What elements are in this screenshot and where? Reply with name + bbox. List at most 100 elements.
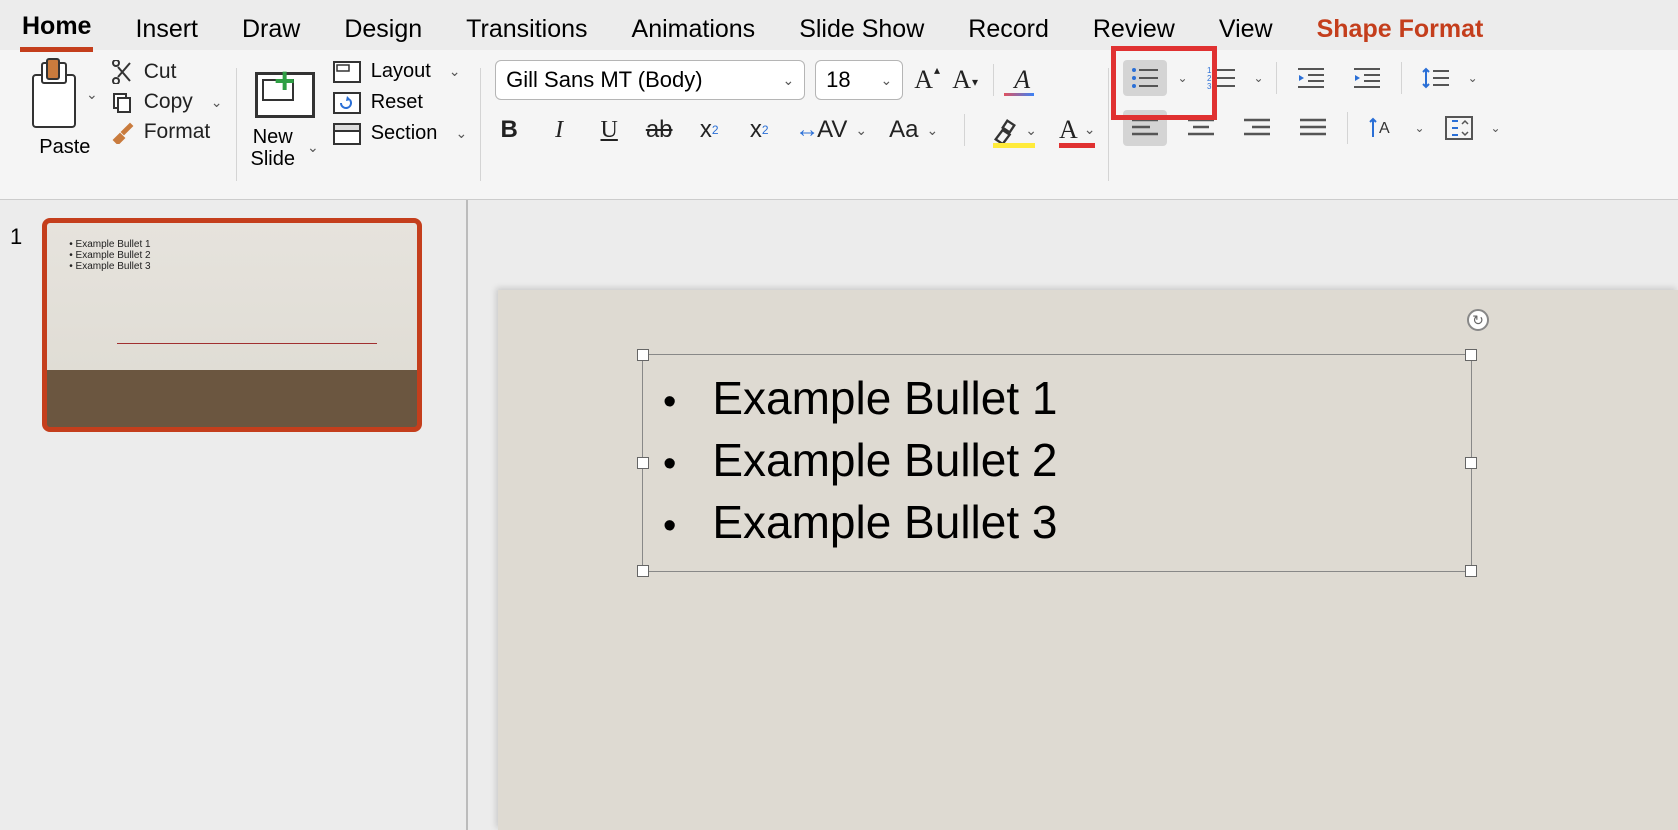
bullet-item[interactable]: Example Bullet 2 [663, 429, 1451, 491]
reset-button[interactable]: Reset [333, 91, 467, 114]
selection-handle[interactable] [637, 565, 649, 577]
ribbon-toolbar: ⌄ Paste Cut Copy ⌄ Format + [0, 50, 1678, 200]
align-right-button[interactable] [1235, 110, 1279, 146]
bullet-item[interactable]: Example Bullet 1 [663, 367, 1451, 429]
selection-handle[interactable] [1465, 565, 1477, 577]
new-slide-button[interactable]: + New Slide ⌄ [251, 60, 319, 170]
tab-record[interactable]: Record [966, 9, 1051, 50]
ribbon-tabs: Home Insert Draw Design Transitions Anim… [0, 0, 1678, 50]
bullets-dropdown-icon[interactable]: ⌄ [1177, 71, 1187, 85]
rotate-handle[interactable]: ↻ [1467, 309, 1489, 331]
character-spacing-button[interactable]: ↔AV ⌄ [795, 114, 867, 146]
selection-handle[interactable] [637, 349, 649, 361]
text-highlight-button[interactable]: ⌄ [991, 114, 1037, 146]
align-left-button[interactable] [1123, 110, 1167, 146]
tab-insert[interactable]: Insert [133, 9, 200, 50]
decrease-indent-button[interactable] [1289, 60, 1333, 96]
tab-transitions[interactable]: Transitions [464, 9, 589, 50]
clipboard-icon [32, 74, 76, 128]
slide-editor: Example Bullet 1 Example Bullet 2 Exampl… [468, 200, 1678, 830]
align-left-icon [1130, 115, 1160, 141]
paste-label: Paste [39, 136, 90, 159]
chevron-down-icon: ⌄ [782, 72, 794, 89]
tab-home[interactable]: Home [20, 6, 93, 52]
clipboard-group: ⌄ Paste Cut Copy ⌄ Format [18, 60, 237, 189]
tab-view[interactable]: View [1217, 9, 1275, 50]
tab-shape-format[interactable]: Shape Format [1315, 9, 1486, 50]
paste-dropdown-icon[interactable]: ⌄ [86, 86, 98, 103]
tab-animations[interactable]: Animations [630, 9, 758, 50]
superscript-button[interactable]: x2 [695, 114, 723, 146]
section-button[interactable]: Section ⌄ [333, 122, 467, 145]
strikethrough-button[interactable]: ab [645, 114, 673, 146]
reset-icon [333, 92, 361, 114]
align-center-icon [1186, 115, 1216, 141]
line-spacing-icon [1421, 65, 1451, 91]
slide-thumbnail-1[interactable]: Example Bullet 1 Example Bullet 2 Exampl… [42, 218, 422, 432]
increase-indent-icon [1352, 65, 1382, 91]
copy-button[interactable]: Copy ⌄ [110, 90, 223, 114]
decrease-indent-icon [1296, 65, 1326, 91]
bullets-icon [1130, 65, 1160, 91]
tab-review[interactable]: Review [1091, 9, 1177, 50]
bullet-item[interactable]: Example Bullet 3 [663, 491, 1451, 553]
layout-dropdown-icon[interactable]: ⌄ [449, 63, 461, 80]
font-name-select[interactable]: Gill Sans MT (Body) ⌄ [495, 60, 805, 100]
selection-handle[interactable] [1465, 349, 1477, 361]
clear-formatting-button[interactable]: A [1008, 64, 1036, 96]
highlighter-icon [991, 116, 1019, 144]
align-justify-button[interactable] [1291, 110, 1335, 146]
line-spacing-button[interactable] [1414, 60, 1458, 96]
layout-icon [333, 61, 361, 83]
paste-button[interactable]: ⌄ Paste [32, 60, 98, 159]
tab-draw[interactable]: Draw [240, 9, 302, 50]
line-spacing-dropdown-icon[interactable]: ⌄ [1468, 71, 1478, 85]
format-painter-button[interactable]: Format [110, 120, 223, 144]
font-group: Gill Sans MT (Body) ⌄ 18 ⌄ A A A B I U a… [481, 60, 1109, 189]
numbering-dropdown-icon[interactable]: ⌄ [1254, 71, 1264, 85]
svg-text:A: A [1379, 120, 1390, 137]
slides-group: + New Slide ⌄ Layout ⌄ Reset Section ⌄ [237, 60, 482, 189]
columns-dropdown-icon[interactable]: ⌄ [1491, 121, 1501, 135]
numbering-button[interactable]: 1 2 3 [1200, 60, 1244, 96]
copy-dropdown-icon[interactable]: ⌄ [211, 94, 223, 111]
slide-canvas[interactable]: Example Bullet 1 Example Bullet 2 Exampl… [498, 290, 1678, 830]
thumbnail-content: Example Bullet 1 Example Bullet 2 Exampl… [69, 239, 150, 272]
bold-button[interactable]: B [495, 114, 523, 146]
change-case-button[interactable]: Aa⌄ [889, 114, 938, 146]
text-direction-dropdown-icon[interactable]: ⌄ [1414, 121, 1424, 135]
thumbnail-number: 1 [10, 224, 22, 250]
increase-indent-button[interactable] [1345, 60, 1389, 96]
subscript-button[interactable]: x2 [745, 114, 773, 146]
slide-thumbnail-panel: 1 Example Bullet 1 Example Bullet 2 Exam… [0, 200, 468, 830]
selection-handle[interactable] [1465, 457, 1477, 469]
text-direction-button[interactable]: A [1360, 110, 1404, 146]
section-icon [333, 123, 361, 145]
paragraph-group: ⌄ 1 2 3 ⌄ [1109, 60, 1514, 189]
chevron-down-icon: ⌄ [880, 72, 892, 89]
scissors-icon [110, 60, 134, 84]
font-size-select[interactable]: 18 ⌄ [815, 60, 903, 100]
bullets-button[interactable] [1123, 60, 1167, 96]
new-slide-dropdown-icon[interactable]: ⌄ [307, 140, 319, 155]
italic-button[interactable]: I [545, 114, 573, 146]
paintbrush-icon [110, 120, 134, 144]
section-dropdown-icon[interactable]: ⌄ [455, 125, 467, 142]
align-center-button[interactable] [1179, 110, 1223, 146]
increase-font-size-button[interactable]: A [913, 64, 941, 96]
tab-design[interactable]: Design [342, 9, 424, 50]
underline-button[interactable]: U [595, 114, 623, 146]
columns-icon [1444, 115, 1474, 141]
font-color-button[interactable]: A ⌄ [1059, 114, 1096, 146]
decrease-font-size-button[interactable]: A [951, 64, 979, 96]
tab-slide-show[interactable]: Slide Show [797, 9, 926, 50]
content-textbox[interactable]: Example Bullet 1 Example Bullet 2 Exampl… [642, 354, 1472, 572]
numbering-icon: 1 2 3 [1207, 65, 1237, 91]
cut-button[interactable]: Cut [110, 60, 223, 84]
copy-icon [110, 90, 134, 114]
layout-button[interactable]: Layout ⌄ [333, 60, 467, 83]
selection-handle[interactable] [637, 457, 649, 469]
text-direction-icon: A [1367, 115, 1397, 141]
columns-button[interactable] [1437, 110, 1481, 146]
align-justify-icon [1298, 115, 1328, 141]
